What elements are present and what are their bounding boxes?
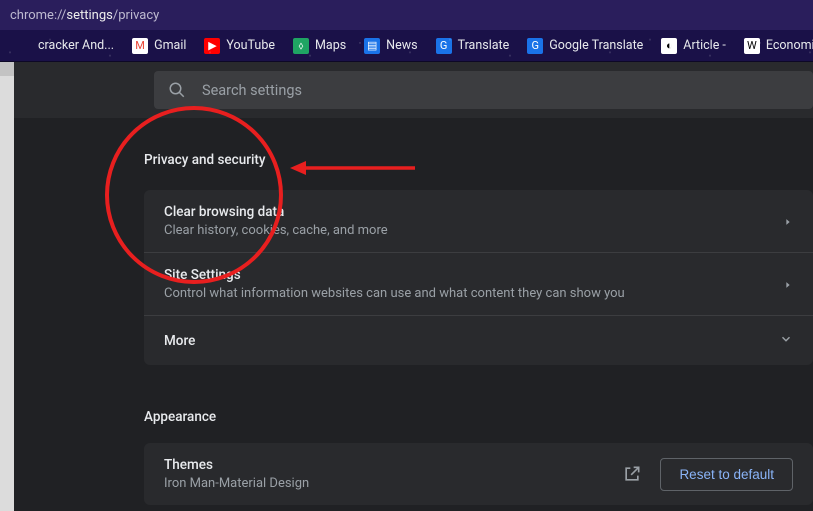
bookmark-item[interactable]: ◐ Article - — [655, 34, 732, 58]
settings-row-title: More — [164, 333, 779, 349]
settings-row-subtitle: Control what information websites can us… — [164, 286, 783, 301]
reset-to-default-button[interactable]: Reset to default — [660, 458, 793, 491]
bookmark-item[interactable]: M Gmail — [126, 34, 192, 58]
bookmark-label: YouTube — [226, 38, 275, 53]
chevron-down-icon — [779, 330, 793, 351]
bookmark-label: Economic impact of. — [766, 38, 813, 53]
settings-row-title: Clear browsing data — [164, 204, 783, 220]
search-icon — [168, 81, 186, 99]
settings-body: Search settings Privacy and security Cle… — [0, 62, 813, 511]
settings-row-text: Site Settings Control what information we… — [164, 267, 783, 301]
search-row: Search settings — [14, 62, 813, 118]
address-bar[interactable]: chrome://settings/privacy — [0, 0, 813, 30]
bookmark-item[interactable]: ▶ YouTube — [198, 34, 281, 58]
themes-text: Themes Iron Man-Material Design — [164, 457, 604, 491]
bookmark-favicon — [16, 38, 32, 54]
scrollbar-thumb[interactable] — [0, 62, 14, 76]
bookmark-label: News — [386, 38, 417, 53]
bookmark-item[interactable]: G Google Translate — [521, 34, 649, 58]
settings-row[interactable]: Site Settings Control what information we… — [144, 253, 813, 316]
chevron-right-icon — [783, 211, 793, 232]
bookmark-item[interactable]: ▤ News — [358, 34, 423, 58]
settings-row-subtitle: Clear history, cookies, cache, and more — [164, 223, 783, 238]
settings-row-text: More — [164, 333, 779, 349]
bookmark-favicon: ▤ — [364, 38, 380, 54]
url-path-bold: settings — [66, 8, 112, 23]
main-content: Privacy and security Clear browsing data… — [14, 118, 813, 505]
bookmark-favicon: ▶ — [204, 38, 220, 54]
settings-row-title: Site Settings — [164, 267, 783, 283]
open-external-icon[interactable] — [622, 464, 642, 484]
content-area: Search settings Privacy and security Cle… — [14, 62, 813, 511]
themes-title: Themes — [164, 457, 604, 473]
settings-row[interactable]: Clear browsing data Clear history, cookie… — [144, 190, 813, 253]
bookmarks-bar: cracker And...MGmail▶YouTube⬨Maps▤NewsGT… — [0, 30, 813, 62]
bookmark-favicon: G — [436, 38, 452, 54]
bookmark-label: Google Translate — [549, 38, 643, 53]
themes-subtitle: Iron Man-Material Design — [164, 476, 604, 491]
vertical-scrollbar[interactable] — [0, 62, 14, 511]
url-prefix: chrome:// — [10, 8, 66, 23]
bookmark-favicon: ◐ — [661, 38, 677, 54]
bookmark-favicon: W — [744, 38, 760, 54]
bookmark-item[interactable]: W Economic impact of. — [738, 34, 813, 58]
bookmark-favicon: G — [527, 38, 543, 54]
appearance-section-heading: Appearance — [144, 409, 813, 425]
bookmark-item[interactable]: cracker And... — [10, 34, 120, 58]
bookmark-label: Gmail — [154, 38, 186, 53]
chevron-right-icon — [783, 274, 793, 295]
settings-row-text: Clear browsing data Clear history, cookie… — [164, 204, 783, 238]
bookmark-favicon: M — [132, 38, 148, 54]
settings-row[interactable]: More — [144, 316, 813, 365]
url-suffix: /privacy — [113, 8, 159, 23]
bookmark-label: Maps — [315, 38, 346, 53]
search-settings-input[interactable]: Search settings — [154, 71, 813, 109]
bookmark-label: cracker And... — [38, 38, 114, 53]
bookmark-item[interactable]: G Translate — [430, 34, 516, 58]
bookmark-favicon: ⬨ — [293, 38, 309, 54]
bookmark-label: Translate — [458, 38, 510, 53]
privacy-section-heading: Privacy and security — [144, 152, 813, 168]
main-scroll: Privacy and security Clear browsing data… — [14, 118, 813, 511]
privacy-card: Clear browsing data Clear history, cookie… — [144, 190, 813, 365]
bookmark-item[interactable]: ⬨ Maps — [287, 34, 352, 58]
search-placeholder: Search settings — [202, 82, 302, 99]
themes-row[interactable]: Themes Iron Man-Material Design Reset to… — [144, 443, 813, 505]
bookmark-label: Article - — [683, 38, 726, 53]
